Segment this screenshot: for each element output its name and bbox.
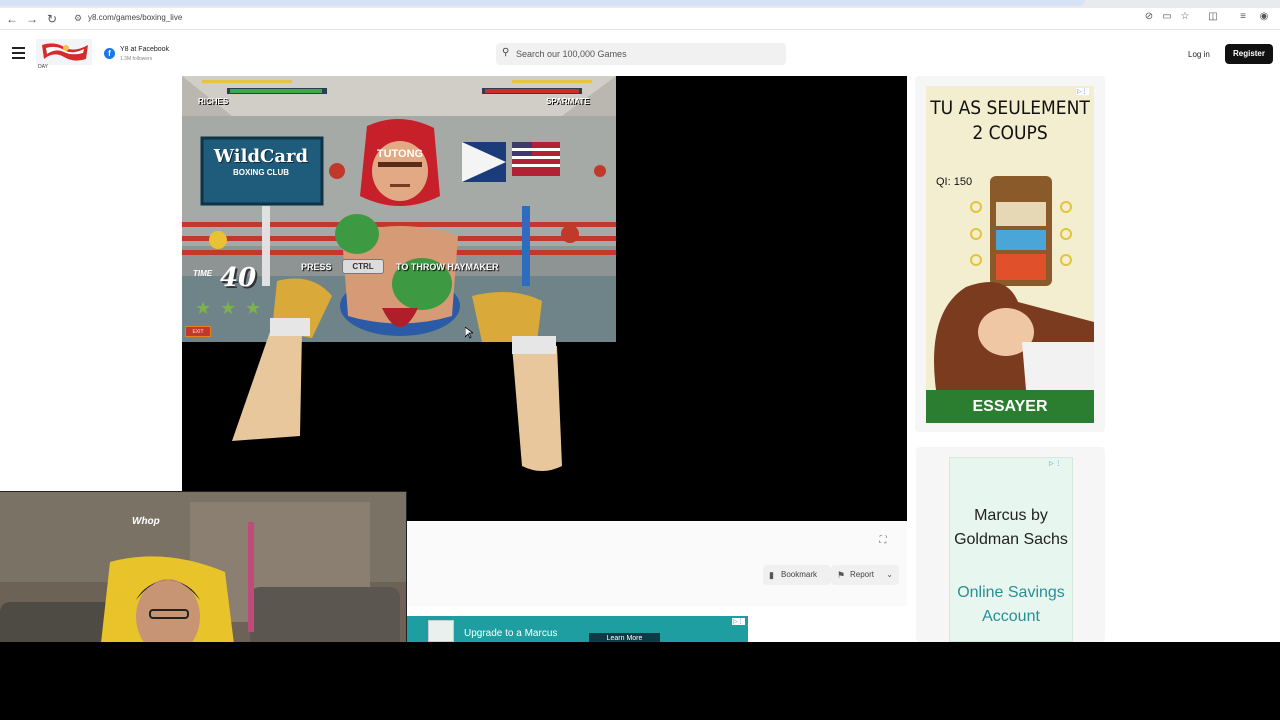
flag-icon: ⚑ (837, 570, 846, 580)
game-frame[interactable]: RICHES SPARMATE WildCard BOXING CLUB TUT… (182, 76, 907, 521)
whop-sign: Whop (132, 516, 160, 527)
profile-icon[interactable]: ◉ (1256, 11, 1272, 22)
site-info-icon[interactable]: ⚙ (74, 13, 82, 24)
ad-title: Upgrade to a Marcus (464, 628, 558, 639)
ad-marcus-link[interactable]: Online Savings Account (950, 581, 1072, 629)
star-icon[interactable]: ☆ (1177, 11, 1193, 22)
adchoices-icon[interactable]: ▷⋮ (732, 618, 745, 625)
site-header: DAY f Y8 at Facebook 1.3M followers ⚲ Lo… (0, 30, 1280, 78)
ad-tu-as-seulement[interactable]: TU AS SEULEMENT 2 COUPS QI: 150 ESSAYER … (926, 86, 1094, 423)
gym-sign-title: WildCard (213, 146, 309, 167)
cast-icon[interactable]: ▭ (1159, 11, 1175, 22)
address-bar: ← → ↻ ⚙ y8.com/games/boxing_live ⊘ ▭ ☆ ◫… (0, 8, 1280, 30)
forward-button[interactable]: → (24, 11, 40, 27)
register-button[interactable]: Register (1225, 44, 1273, 64)
search-input[interactable] (516, 46, 776, 62)
chevron-down-icon: ⌄ (886, 570, 893, 579)
adchoices-icon[interactable]: ▷⋮ (1076, 88, 1089, 95)
report-label: Report (850, 570, 875, 579)
adchoices-icon[interactable]: ▷ ⋮ (1048, 460, 1062, 467)
time-label: TIME (193, 269, 213, 278)
ad-illustration (934, 176, 1094, 390)
facebook-icon: f (104, 48, 115, 59)
essayer-button[interactable]: ESSAYER (926, 390, 1094, 423)
active-tab[interactable] (0, 0, 1085, 6)
bookmark-button[interactable]: ▮ Bookmark (763, 565, 831, 585)
reload-button[interactable]: ↻ (44, 11, 60, 27)
fullscreen-icon[interactable]: ⛶ (876, 535, 890, 547)
opponent-headgear-label: TUTONG (376, 148, 424, 160)
player-name-left: RICHES (198, 97, 229, 106)
exit-button[interactable]: EXIT (185, 326, 211, 337)
player-name-right: SPARMATE (546, 97, 590, 106)
game-toolbar: ⛶ ▮ Bookmark ⚑ Report ⌄ (406, 521, 907, 606)
ad-marcus[interactable]: ▷ ⋮ Marcus by Goldman Sachs Online Savin… (949, 457, 1073, 642)
facebook-title: Y8 at Facebook (120, 46, 170, 53)
gym-sign-subtitle: BOXING CLUB (233, 168, 289, 177)
search-box: ⚲ (496, 43, 786, 65)
ctrl-key-icon: CTRL (342, 259, 384, 274)
ad-headline-line1: TU AS SEULEMENT (930, 97, 1090, 119)
learn-more-button[interactable]: Learn More (589, 633, 660, 642)
back-button[interactable]: ← (4, 11, 20, 27)
logo-caption: DAY (38, 64, 48, 70)
site-logo[interactable]: DAY (36, 39, 92, 71)
player-arms (232, 318, 562, 471)
bottom-banner-ad[interactable]: Upgrade to a Marcus Learn More ▷⋮ (406, 616, 748, 642)
bookmark-icon: ▮ (769, 570, 774, 580)
login-link[interactable]: Log in (1188, 50, 1210, 59)
ad-thumbnail (428, 620, 454, 642)
report-button[interactable]: ⚑ Report ⌄ (831, 565, 899, 585)
tab-search-icon[interactable]: ≡ (1235, 11, 1251, 22)
webcam-feed (0, 492, 406, 642)
webcam-overlay: Whop (0, 491, 407, 642)
facebook-followers: 1.3M followers (120, 56, 153, 62)
tab-bar (0, 0, 1280, 8)
tutorial-action: TO THROW HAYMAKER (396, 262, 499, 272)
url-text: y8.com/games/boxing_live (88, 13, 183, 22)
browser-viewport: ← → ↻ ⚙ y8.com/games/boxing_live ⊘ ▭ ☆ ◫… (0, 0, 1280, 642)
extensions-icon[interactable]: ◫ (1205, 11, 1221, 22)
game-canvas[interactable]: RICHES SPARMATE WildCard BOXING CLUB TUT… (182, 76, 616, 342)
bookmark-label: Bookmark (781, 570, 818, 579)
ad-headline-line2: 2 COUPS (972, 122, 1048, 144)
time-value: 40 (220, 263, 257, 293)
eye-off-icon[interactable]: ⊘ (1141, 11, 1157, 22)
letterbox-bar (0, 642, 1280, 720)
star-icon: ★ (195, 298, 212, 318)
url-field[interactable]: ⚙ y8.com/games/boxing_live (66, 10, 1076, 28)
ad-marcus-title: Marcus by Goldman Sachs (954, 507, 1068, 548)
tutorial-press: PRESS (301, 262, 332, 272)
mouse-cursor-icon (465, 327, 473, 339)
search-icon[interactable]: ⚲ (502, 47, 509, 58)
menu-icon[interactable] (12, 47, 25, 59)
ad-headline: TU AS SEULEMENT 2 COUPS (926, 96, 1094, 146)
